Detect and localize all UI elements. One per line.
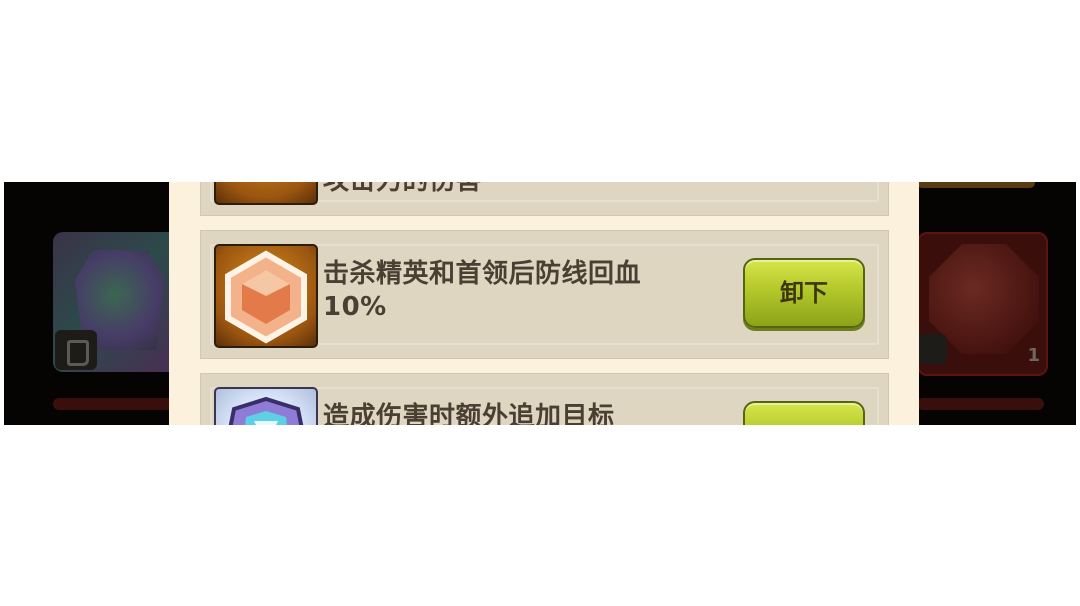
- gem-description: 攻击力的伤害: [323, 182, 653, 198]
- gem-list-item: 造成伤害时额外追加目标: [200, 373, 889, 425]
- boot-icon: [55, 330, 97, 370]
- game-viewport: 1 攻击力的伤害 击杀精英和首领后防线回血10% 卸下: [4, 182, 1076, 425]
- gem-list-item: 攻击力的伤害: [200, 182, 889, 216]
- inventory-slot-strip: [53, 398, 185, 410]
- unequip-button[interactable]: 卸下: [743, 258, 865, 328]
- orange-gem-icon: [214, 182, 318, 205]
- inventory-slot-strip: [917, 398, 1044, 410]
- purple-crystal-gem-icon: [214, 387, 318, 425]
- inventory-slot-left: [53, 232, 185, 372]
- gem-list-item: 击杀精英和首领后防线回血10% 卸下: [200, 230, 889, 359]
- row-divider: [169, 359, 919, 373]
- inventory-slot-right: 1: [917, 232, 1048, 376]
- slot-count: 1: [1027, 345, 1040, 366]
- row-divider: [169, 216, 919, 230]
- gem-description: 造成伤害时额外追加目标: [323, 402, 615, 425]
- gem-description: 击杀精英和首领后防线回血10%: [323, 259, 642, 322]
- equipped-gems-panel: 攻击力的伤害 击杀精英和首领后防线回血10% 卸下: [169, 182, 919, 425]
- slot-type-icon: [919, 334, 947, 364]
- unequip-button[interactable]: [743, 401, 865, 425]
- inventory-slot-strip: [917, 182, 1035, 188]
- orange-hexagon-gem-icon: [214, 244, 318, 348]
